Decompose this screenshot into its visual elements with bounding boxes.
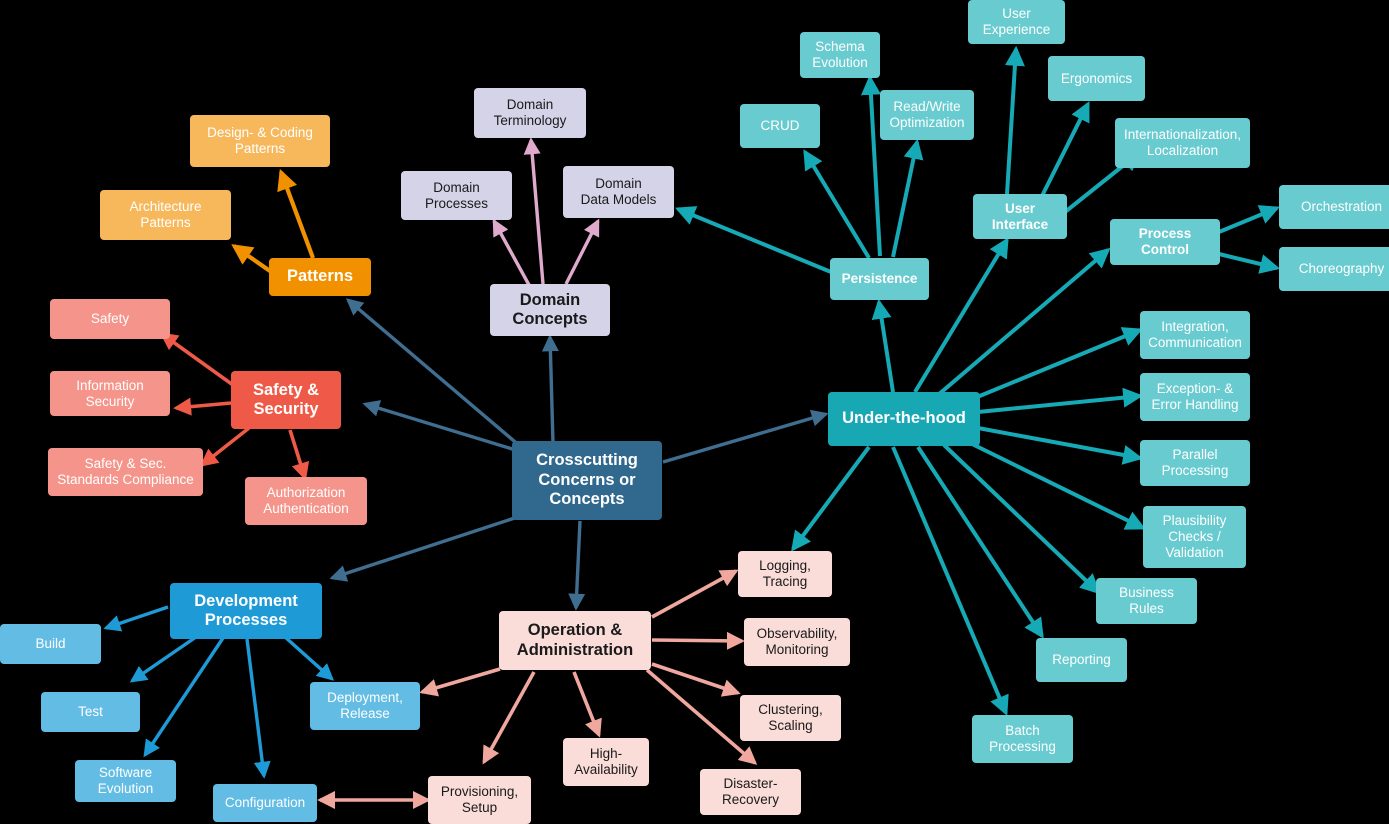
node-crosscutting-concerns[interactable]: Crosscutting Concerns or Concepts	[512, 441, 662, 520]
node-development-processes[interactable]: Development Processes	[170, 583, 322, 639]
node-reporting[interactable]: Reporting	[1036, 638, 1127, 682]
node-domain-data-models[interactable]: Domain Data Models	[563, 166, 674, 218]
node-domain-concepts[interactable]: Domain Concepts	[490, 284, 610, 336]
node-persistence[interactable]: Persistence	[830, 258, 929, 300]
node-architecture-patterns[interactable]: Architecture Patterns	[100, 190, 231, 240]
node-ergonomics[interactable]: Ergonomics	[1048, 56, 1145, 101]
node-safety-security[interactable]: Safety & Security	[231, 371, 341, 429]
node-read-write-optimization[interactable]: Read/Write Optimization	[880, 90, 974, 140]
node-deployment-release[interactable]: Deployment, Release	[310, 682, 420, 730]
node-configuration[interactable]: Configuration	[213, 784, 317, 822]
node-crud[interactable]: CRUD	[740, 104, 820, 148]
node-parallel-processing[interactable]: Parallel Processing	[1140, 440, 1250, 486]
node-design-coding-patterns[interactable]: Design- & Coding Patterns	[190, 115, 330, 167]
mindmap-canvas: Crosscutting Concerns or Concepts Patter…	[0, 0, 1389, 824]
node-batch-processing[interactable]: Batch Processing	[972, 715, 1073, 763]
node-logging-tracing[interactable]: Logging, Tracing	[738, 551, 832, 597]
node-information-security[interactable]: Information Security	[50, 371, 170, 416]
node-high-availability[interactable]: High- Availability	[563, 738, 649, 786]
node-schema-evolution[interactable]: Schema Evolution	[800, 32, 880, 78]
node-process-control[interactable]: Process Control	[1110, 219, 1220, 265]
node-build[interactable]: Build	[0, 624, 101, 664]
node-business-rules[interactable]: Business Rules	[1096, 578, 1197, 624]
node-internationalization-localization[interactable]: Internationalization, Localization	[1115, 118, 1250, 168]
node-patterns[interactable]: Patterns	[269, 258, 371, 296]
node-exception-error-handling[interactable]: Exception- & Error Handling	[1140, 373, 1250, 421]
node-orchestration[interactable]: Orchestration	[1279, 185, 1389, 229]
node-safety-sec-standards-compliance[interactable]: Safety & Sec. Standards Compliance	[48, 448, 203, 496]
node-operation-administration[interactable]: Operation & Administration	[499, 611, 651, 670]
node-software-evolution[interactable]: Software Evolution	[75, 760, 176, 802]
node-domain-terminology[interactable]: Domain Terminology	[474, 88, 586, 138]
node-domain-processes[interactable]: Domain Processes	[401, 171, 512, 220]
node-observability-monitoring[interactable]: Observability, Monitoring	[744, 618, 850, 666]
node-disaster-recovery[interactable]: Disaster- Recovery	[700, 769, 801, 815]
node-safety[interactable]: Safety	[50, 299, 170, 339]
node-clustering-scaling[interactable]: Clustering, Scaling	[740, 695, 841, 741]
node-integration-communication[interactable]: Integration, Communication	[1140, 311, 1250, 359]
node-test[interactable]: Test	[41, 692, 140, 732]
node-user-interface[interactable]: User Interface	[973, 194, 1067, 239]
edges-patterns	[231, 168, 315, 273]
node-under-the-hood[interactable]: Under-the-hood	[828, 392, 980, 446]
node-plausibility-checks-validation[interactable]: Plausibility Checks / Validation	[1143, 506, 1246, 568]
node-authorization-authentication[interactable]: Authorization Authentication	[245, 477, 367, 525]
node-user-experience[interactable]: User Experience	[968, 0, 1065, 44]
node-choreography[interactable]: Choreography	[1279, 247, 1389, 291]
node-provisioning-setup[interactable]: Provisioning, Setup	[428, 776, 531, 824]
